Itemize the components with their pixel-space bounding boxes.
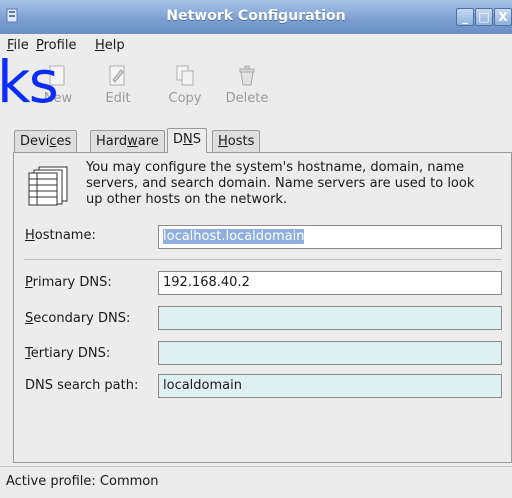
primary-dns-label: Primary DNS: [25,275,112,290]
menu-help-label: elp [104,38,125,53]
menu-help[interactable]: Help [95,38,125,53]
dns-panel: You may configure the system's hostname,… [13,152,512,463]
hostname-label: Hostname: [25,228,96,243]
overlay-watermark-text: ks [0,48,59,116]
dns-description: You may configure the system's hostname,… [86,160,475,207]
hostname-value: localhost.localdomain [163,229,305,244]
close-button[interactable]: X [494,8,512,26]
dns-table-icon [28,166,68,206]
hostname-input[interactable]: localhost.localdomain [158,225,502,249]
status-text: Active profile: Common [6,474,159,489]
menu-bar: File Profile Help [0,34,512,58]
tab-devices[interactable]: Devices [14,130,78,152]
primary-dns-input[interactable]: 192.168.40.2 [158,271,502,295]
secondary-dns-label: Secondary DNS: [25,311,131,326]
tab-dns[interactable]: DNS [167,128,208,153]
trash-icon [239,65,255,86]
edit-label: Edit [105,91,131,106]
toolbar: New Edit Copy Delete [0,58,512,116]
dns-search-path-label: DNS search path: [25,378,139,393]
status-bar: Active profile: Common [0,466,512,498]
tertiary-dns-label: Tertiary DNS: [25,346,111,361]
copy-icon [176,65,194,86]
dns-search-path-input[interactable]: localdomain [158,374,502,398]
tertiary-dns-input[interactable] [158,341,502,365]
title-bar: Network Configuration _ □ X [0,0,512,35]
copy-button[interactable]: Copy [160,64,210,114]
edit-icon [109,65,125,86]
edit-button[interactable]: Edit [93,64,143,114]
copy-label: Copy [168,91,202,106]
tab-hardware[interactable]: Hardware [90,130,165,152]
maximize-button[interactable]: □ [475,8,493,26]
separator [24,259,502,260]
delete-button[interactable]: Delete [222,64,272,114]
tab-hosts[interactable]: Hosts [212,130,261,152]
window-title: Network Configuration [166,8,346,24]
secondary-dns-input[interactable] [158,306,502,330]
minimize-button[interactable]: _ [456,8,474,26]
delete-label: Delete [225,91,269,106]
